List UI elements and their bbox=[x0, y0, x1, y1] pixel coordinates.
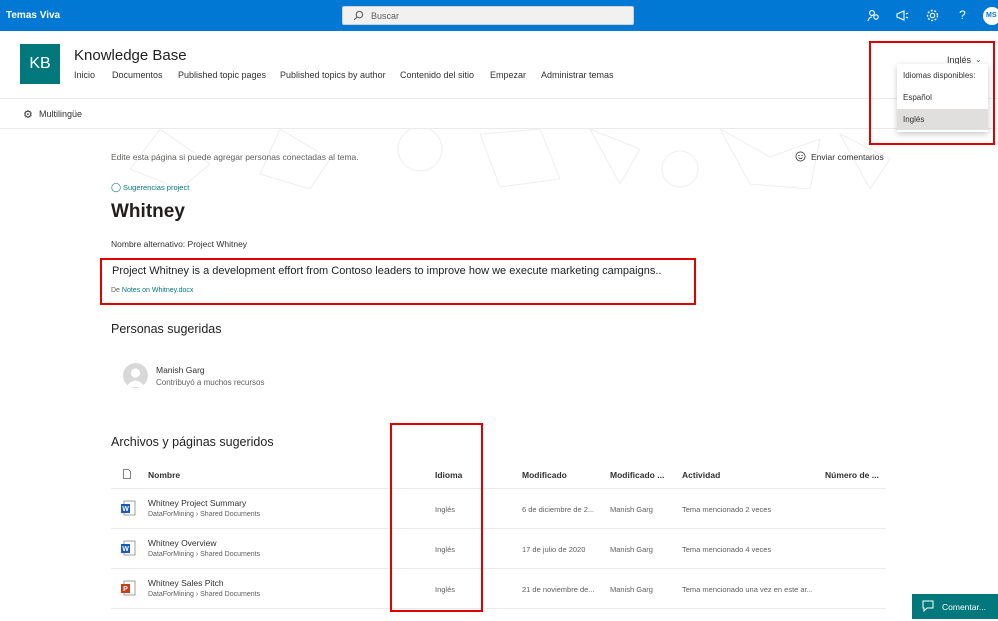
user-avatar[interactable]: MS bbox=[983, 7, 998, 25]
suite-bar: Temas Viva Buscar ? MS bbox=[0, 0, 998, 31]
page-title: Whitney bbox=[111, 201, 185, 222]
svg-text:W: W bbox=[122, 506, 129, 513]
file-modified-by: Manish Garg bbox=[610, 505, 653, 514]
suggestion-label: Sugerencias project bbox=[123, 183, 190, 192]
file-modified: 21 de noviembre de... bbox=[522, 585, 595, 594]
site-logo[interactable]: KB bbox=[20, 44, 60, 84]
people-icon[interactable] bbox=[866, 8, 881, 23]
nav-item-empezar[interactable]: Empezar bbox=[490, 70, 526, 80]
search-box[interactable]: Buscar bbox=[342, 6, 634, 25]
nav-item-published-topics-by-author[interactable]: Published topics by author bbox=[280, 70, 386, 80]
command-bar bbox=[0, 99, 998, 129]
column-header-modified-by[interactable]: Modificado ... bbox=[610, 470, 664, 480]
lightbulb-icon: ◯ bbox=[111, 182, 122, 192]
edit-hint: Edite esta página si puede agregar perso… bbox=[111, 152, 359, 162]
translate-icon[interactable]: ⚙ bbox=[23, 108, 33, 121]
file-modified-by: Manish Garg bbox=[610, 545, 653, 554]
nav-item-contenido-del-sitio[interactable]: Contenido del sitio bbox=[400, 70, 474, 80]
megaphone-icon[interactable] bbox=[895, 8, 910, 23]
smiley-icon[interactable] bbox=[795, 151, 806, 162]
person-name[interactable]: Manish Garg bbox=[156, 365, 205, 375]
site-title[interactable]: Knowledge Base bbox=[74, 47, 187, 64]
highlight-language-column-box bbox=[390, 423, 483, 612]
row-divider bbox=[111, 488, 886, 489]
file-modified-by: Manish Garg bbox=[610, 585, 653, 594]
comment-button[interactable]: Comentar... bbox=[912, 594, 998, 619]
files-heading: Archivos y páginas sugeridos bbox=[111, 435, 274, 449]
file-activity: Tema mencionado 4 veces bbox=[682, 545, 772, 554]
nav-item-inicio[interactable]: Inicio bbox=[74, 70, 95, 80]
person-icon bbox=[126, 368, 145, 387]
highlight-language-box bbox=[869, 41, 995, 145]
svg-text:P: P bbox=[123, 586, 128, 593]
file-modified: 6 de diciembre de 2... bbox=[522, 505, 595, 514]
file-path: DataForMining › Shared Documents bbox=[148, 511, 261, 518]
svg-text:W: W bbox=[122, 546, 129, 553]
row-divider bbox=[111, 528, 886, 529]
comment-label: Comentar... bbox=[942, 602, 986, 612]
word-icon: W bbox=[121, 500, 136, 516]
person-subtitle: Contribuyó a muchos recursos bbox=[156, 378, 265, 387]
multilingual-button[interactable]: Multilingüe bbox=[39, 109, 82, 119]
file-name[interactable]: Whitney Sales Pitch bbox=[148, 578, 224, 588]
file-activity: Tema mencionado una vez en este ar... bbox=[682, 585, 812, 594]
alternate-name: Nombre alternativo: Project Whitney bbox=[111, 239, 248, 249]
file-modified: 17 de julio de 2020 bbox=[522, 545, 586, 554]
file-path: DataForMining › Shared Documents bbox=[148, 591, 261, 598]
file-type-icon bbox=[123, 469, 131, 479]
column-header-modified[interactable]: Modificado bbox=[522, 470, 567, 480]
row-divider bbox=[111, 608, 886, 609]
file-name[interactable]: Whitney Overview bbox=[148, 538, 217, 548]
nav-item-published-topic-pages[interactable]: Published topic pages bbox=[178, 70, 266, 80]
file-path: DataForMining › Shared Documents bbox=[148, 551, 261, 558]
file-name[interactable]: Whitney Project Summary bbox=[148, 498, 246, 508]
send-feedback-button[interactable]: Enviar comentarios bbox=[811, 152, 884, 162]
gear-icon[interactable] bbox=[925, 8, 940, 23]
people-heading: Personas sugeridas bbox=[111, 322, 222, 336]
comment-icon bbox=[922, 600, 934, 612]
help-icon[interactable]: ? bbox=[955, 8, 970, 23]
column-header-name[interactable]: Nombre bbox=[148, 470, 180, 480]
highlight-description-box bbox=[100, 258, 696, 305]
row-divider bbox=[111, 568, 886, 569]
powerpoint-icon: P bbox=[121, 580, 136, 596]
word-icon: W bbox=[121, 540, 136, 556]
nav-item-documentos[interactable]: Documentos bbox=[112, 70, 163, 80]
app-name[interactable]: Temas Viva bbox=[6, 10, 60, 21]
search-icon bbox=[353, 10, 364, 21]
column-header-count[interactable]: Número de ... bbox=[825, 470, 879, 480]
file-activity: Tema mencionado 2 veces bbox=[682, 505, 772, 514]
search-input[interactable]: Buscar bbox=[371, 11, 399, 21]
nav-item-administrar-temas[interactable]: Administrar temas bbox=[541, 70, 614, 80]
avatar[interactable] bbox=[123, 363, 148, 388]
column-header-activity[interactable]: Actividad bbox=[682, 470, 720, 480]
